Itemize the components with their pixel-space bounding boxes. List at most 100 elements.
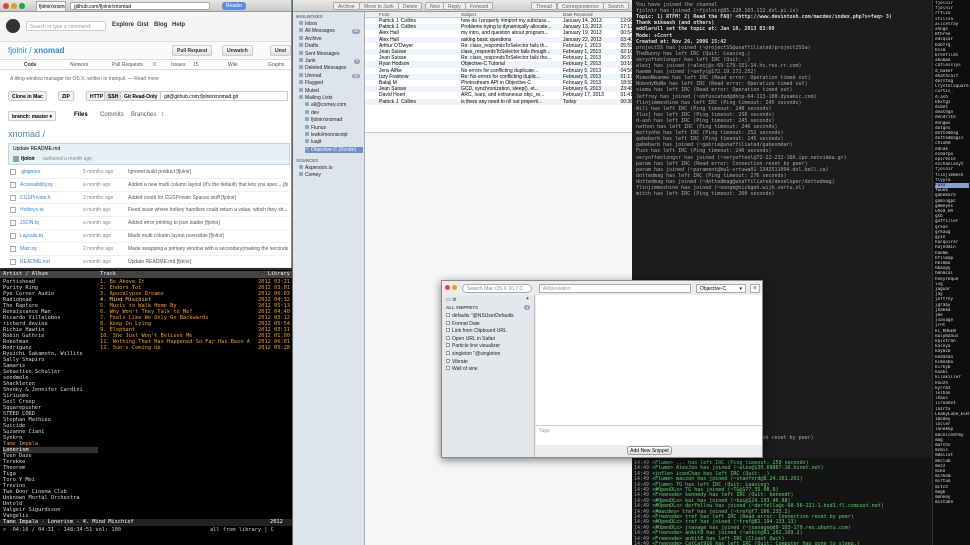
sidebar-item-mailbox[interactable]: Flunus (305, 124, 363, 132)
file-message[interactable]: Made multi column layout reversible [fjo… (128, 233, 288, 239)
nav-gist[interactable]: Gist (137, 22, 149, 28)
file-name[interactable]: JSON.tq (20, 220, 39, 226)
forward-button[interactable]: Forward (465, 2, 494, 10)
correspondence-button[interactable]: Correspondence (557, 2, 604, 10)
message-row[interactable]: Patrick J. Collins is there any need to n… (365, 98, 632, 105)
add-icon[interactable]: + (526, 296, 529, 302)
column-date[interactable]: Date Received (563, 12, 593, 17)
file-message[interactable]: Fixed issue where hotkey handlers could … (128, 207, 288, 213)
reply-button[interactable]: Reply (443, 2, 466, 10)
snippet-item[interactable]: Particle line visualizer (446, 343, 532, 351)
snippet-editor[interactable] (536, 295, 762, 425)
tab-wiki[interactable]: Wiki (228, 62, 237, 68)
nav-help[interactable]: Help (172, 22, 185, 28)
sidebar-item-mailbox[interactable]: dev (305, 109, 363, 117)
snippet-item[interactable]: Vibrate (446, 358, 532, 367)
folder-icon[interactable]: ▭ (446, 297, 451, 303)
tab-issues[interactable]: Issues (171, 62, 185, 68)
sidebar-item-mailbox[interactable]: Flagged (299, 80, 363, 87)
file-name[interactable]: README.md (20, 259, 50, 265)
tab-pull-requests[interactable]: Pull Requests (112, 62, 143, 68)
snippet-item[interactable]: Open URL in Safari (446, 335, 532, 344)
repo-title[interactable]: fjolnir / xnomad (8, 46, 64, 55)
zip-button[interactable]: ZIP (58, 91, 74, 101)
octocat-icon[interactable] (6, 19, 20, 33)
sidebar-item-mailbox[interactable]: Drafts (299, 43, 363, 50)
tab-branches[interactable]: Branches (131, 112, 156, 118)
nav-blog[interactable]: Blog (154, 22, 167, 28)
sidebar-item-mailbox[interactable]: Deleted Messages (299, 65, 363, 72)
branch-selector[interactable]: branch: master ▾ (8, 111, 57, 121)
abbreviation-field[interactable]: Abbreviation (539, 284, 691, 293)
tab-graphs[interactable]: Graphs (268, 62, 284, 68)
close-button[interactable] (445, 285, 450, 290)
sidebar-item-source[interactable]: Comey (299, 172, 363, 179)
snippet-search-input[interactable]: Search Mac OS X 10.7 C (462, 284, 532, 293)
file-message[interactable]: Made swapping a primary window with a se… (128, 246, 288, 252)
column-subject[interactable]: Subject (461, 12, 476, 17)
unstar-button[interactable]: Unst (270, 45, 291, 56)
tab-files[interactable]: Files (74, 112, 88, 118)
browser-tab[interactable]: fjolnir/xnomad · GitHub (36, 1, 66, 11)
file-name[interactable]: Main.tq (20, 246, 36, 252)
add-snippet-button[interactable]: Add New Snippet (627, 446, 672, 455)
git-readonly-button[interactable]: Git Read-Only (120, 91, 162, 101)
column-from[interactable]: From (379, 12, 390, 17)
file-message[interactable]: Ignored build product [fjolnir] (128, 169, 288, 175)
sidebar-item-mailbox[interactable]: luajit (305, 139, 363, 146)
search-field[interactable]: Search (603, 2, 629, 10)
pull-request-button[interactable]: Pull Request (172, 45, 213, 56)
tab-code[interactable]: Code (24, 62, 37, 68)
sidebar-item-mailbox[interactable]: Junk 3 (299, 58, 363, 65)
commit-message[interactable]: Update README.md (13, 146, 60, 152)
minimize-button[interactable] (11, 3, 17, 9)
close-button[interactable] (3, 3, 9, 9)
commit-author[interactable]: fjolnir (21, 156, 35, 162)
sidebar-item-mailbox[interactable]: Sent Messages (299, 50, 363, 58)
file-name[interactable]: CGSPrivate.h (20, 195, 51, 201)
file-message[interactable]: Added error printing to json loader [fjo… (128, 220, 288, 226)
file-name[interactable]: Layouts.tq (20, 233, 43, 239)
file-message[interactable]: Update README.md [fjolnir] (128, 259, 288, 265)
nav-explore[interactable]: Explore (112, 22, 134, 28)
file-name[interactable]: Accessibility.tq (20, 182, 52, 188)
file-name[interactable]: .gitignore (20, 169, 41, 175)
clone-url-field[interactable]: git@github.com:fjolnir/xnomad.git (160, 91, 288, 101)
sidebar-item-mailbox[interactable]: Archive (299, 35, 363, 43)
clone-in-mac-button[interactable]: Clone in Mac (8, 91, 47, 101)
all-snippets-header[interactable]: ALL SNIPPETS (446, 305, 478, 310)
tab-commits[interactable]: Commits (100, 112, 124, 118)
tab-network[interactable]: Network (70, 62, 88, 68)
sidebar-item-mailbox[interactable]: Objective-C (Xcode) (305, 146, 363, 154)
address-bar[interactable]: github.com/fjolnir/xnomad (70, 2, 210, 10)
sidebar-item-source[interactable]: Aspersion.io (299, 165, 363, 172)
snippet-item[interactable]: singleton "@singleton (446, 351, 532, 359)
tags-field[interactable]: Tags (536, 425, 762, 445)
search-input[interactable]: Search or type a command (26, 21, 106, 31)
sidebar-item-mailbox[interactable]: all@comey.com (305, 102, 363, 109)
repo-owner[interactable]: fjolnir (8, 46, 27, 55)
thread-button[interactable]: Thread (531, 2, 557, 10)
sidebar-item-mailbox[interactable]: fjolnir/xnomad (305, 117, 363, 124)
sidebar-item-mailbox[interactable]: All Messages 36 (299, 28, 363, 35)
new-message-button[interactable]: New (425, 2, 446, 10)
language-select[interactable]: Objective-C ▾ (696, 284, 746, 293)
file-name[interactable]: Hotkeys.tq (20, 207, 44, 213)
sidebar-item-mailbox[interactable]: Inbox (299, 21, 363, 28)
archive-button[interactable]: Archive (333, 2, 360, 10)
breadcrumb[interactable]: xnomad / (8, 129, 45, 139)
minimize-button[interactable] (452, 285, 457, 290)
move-to-junk-button[interactable]: Move to Junk (359, 2, 399, 10)
gear-icon[interactable]: ⚙ (452, 297, 456, 303)
sidebar-item-mailbox[interactable]: Unread 38 (299, 72, 363, 80)
track-item[interactable]: 12. Sun's Coming Up (100, 345, 250, 351)
snippet-item[interactable]: Format Date (446, 320, 532, 329)
delete-button[interactable]: Delete (398, 2, 423, 10)
snippet-item[interactable]: defaults "@NSUserDefaults (446, 313, 532, 321)
sidebar-item-mailbox[interactable]: Muted (299, 87, 363, 95)
zoom-button[interactable] (19, 3, 25, 9)
file-message[interactable]: Added credit for CGSPrivate Spaces stuff… (128, 195, 288, 201)
unwatch-button[interactable]: Unwatch (222, 45, 253, 56)
snippet-item[interactable]: Link from Clipboard URL (446, 328, 532, 336)
reader-button[interactable]: Reader (222, 2, 246, 10)
